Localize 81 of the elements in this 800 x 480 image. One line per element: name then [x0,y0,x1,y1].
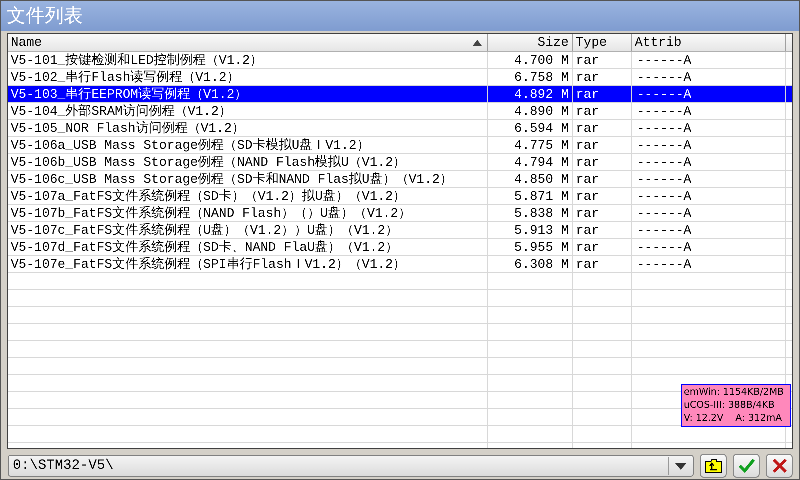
ok-button[interactable] [733,454,760,478]
file-attributes: ------A [637,52,692,68]
file-name: V5-102_串行Flash读写例程（V1.2） [11,69,240,85]
close-icon [772,458,788,474]
file-row[interactable]: V5-107a_FatFS文件系统例程（SD卡）（V1.2）拟U盘）（V1.2） 5.871 M rar ------A [8,188,792,205]
cancel-button[interactable] [766,454,794,478]
file-name: V5-107d_FatFS文件系统例程（SD卡、NAND FlaU盘）（V1.2） [11,239,398,255]
status-text: emWin: 1154KB/2MB [684,386,786,399]
file-name: V5-107e_FatFS文件系统例程（SPI串行FlashＩV1.2）（V1.2） [11,256,406,272]
file-attributes: ------A [637,120,692,136]
file-size: 4.700 M [514,52,569,68]
file-name: V5-107a_FatFS文件系统例程（SD卡）（V1.2）拟U盘）（V1.2） [11,188,406,204]
file-row[interactable]: V5-107b_FatFS文件系统例程（NAND Flash）（）U盘）（V1.2） 5.838 M rar ------A [8,205,792,222]
file-name: V5-104_外部SRAM访问例程（V1.2） [11,103,232,119]
file-size: 4.890 M [514,104,569,118]
file-attributes: ------A [637,104,692,118]
status-text: uCOS-III: 388B/4KB [684,399,776,412]
file-type: rar [576,206,600,220]
column-header[interactable]: Name [8,34,488,51]
file-attributes: ------A [637,256,692,272]
file-type: rar [576,256,600,272]
column-header[interactable]: Attrib [632,34,786,51]
file-type: rar [576,104,600,118]
checkmark-icon [738,458,756,474]
column-header[interactable]: Type [573,34,632,51]
file-row[interactable]: V5-107d_FatFS文件系统例程（SD卡、NAND FlaU盘）（V1.2） 5.955 M rar ------A [8,239,792,256]
file-row[interactable]: V5-103_串行EEPROM读写例程（V1.2） 4.892 M rar ------A [8,86,792,103]
file-size: 4.892 M [514,86,569,102]
file-row[interactable]: V5-106c_USB Mass Storage例程（SD卡和NAND Flas拟U盘）（V1.2） 4.850 M rar ------A [8,171,792,188]
window-title: 文件列表 [7,4,83,29]
file-type: rar [576,138,600,152]
file-attributes: ------A [637,222,692,238]
dropdown-arrow-icon [675,462,688,470]
file-size: 4.850 M [514,172,569,186]
file-size: 6.594 M [514,120,569,136]
file-type: rar [576,240,600,254]
file-attributes: ------A [637,172,692,186]
status-text: V: 12.2V A: 312mA [684,412,784,425]
file-size: 5.838 M [514,206,569,220]
file-type: rar [576,120,600,136]
file-name: V5-106c_USB Mass Storage例程（SD卡和NAND Flas拟U盘）（V1.2） [11,171,454,187]
file-size: 6.758 M [514,70,569,84]
file-name: V5-106a_USB Mass Storage例程（SD卡模拟U盘ＩV1.2） [11,137,370,153]
file-row[interactable]: V5-107c_FatFS文件系统例程（U盘）（V1.2））U盘）（V1.2） 5.913 M rar ------A [8,222,792,239]
file-size: 5.913 M [514,222,569,238]
file-name: V5-105_NOR Flash访问例程（V1.2） [11,120,246,136]
file-size: 6.308 M [514,256,569,272]
file-type: rar [576,70,600,84]
file-name: V5-106b_USB Mass Storage例程（NAND Flash模拟U（V1.2） [11,154,406,170]
file-row[interactable]: V5-104_外部SRAM访问例程（V1.2） 4.890 M rar ------A [8,103,792,120]
file-type: rar [576,52,600,68]
file-size: 4.775 M [514,138,569,152]
file-row[interactable]: V5-106a_USB Mass Storage例程（SD卡模拟U盘ＩV1.2） 4.775 M rar ------A [8,137,792,154]
file-size: 4.794 M [514,154,569,170]
file-row[interactable]: V5-106b_USB Mass Storage例程（NAND Flash模拟U（V1.2） 4.794 M rar ------A [8,154,792,171]
file-name: V5-103_串行EEPROM读写例程（V1.2） [11,86,248,102]
file-attributes: ------A [637,86,692,102]
path-dropdown[interactable]: 0:\STM32-V5\ [8,455,694,477]
file-attributes: ------A [637,206,692,220]
file-attributes: ------A [637,70,692,84]
file-row[interactable]: V5-102_串行Flash读写例程（V1.2） 6.758 M rar ------A [8,69,792,86]
file-row[interactable]: V5-105_NOR Flash访问例程（V1.2） 6.594 M rar ------A [8,120,792,137]
file-type: rar [576,222,600,238]
file-name: V5-107b_FatFS文件系统例程（NAND Flash）（）U盘）（V1.2） [11,205,412,221]
file-type: rar [576,86,600,102]
file-attributes: ------A [637,154,692,170]
file-row[interactable]: V5-107e_FatFS文件系统例程（SPI串行FlashＩV1.2）（V1.2） 6.308 M rar ------A [8,256,792,273]
column-header[interactable]: Size [488,34,573,51]
file-size: 5.871 M [514,188,569,204]
parent-folder-button[interactable] [700,454,728,478]
file-size: 5.955 M [514,240,569,254]
file-name: V5-107c_FatFS文件系统例程（U盘）（V1.2））U盘）（V1.2） [11,222,398,238]
file-name: V5-101_按键检测和LED控制例程（V1.2） [11,52,264,68]
folder-up-icon [704,458,723,474]
file-type: rar [576,172,600,186]
file-type: rar [576,154,600,170]
file-attributes: ------A [637,240,692,254]
file-row[interactable]: V5-101_按键检测和LED控制例程（V1.2） 4.700 M rar ------A [8,52,792,69]
file-attributes: ------A [637,138,692,152]
file-type: rar [576,188,600,204]
file-attributes: ------A [637,188,692,204]
